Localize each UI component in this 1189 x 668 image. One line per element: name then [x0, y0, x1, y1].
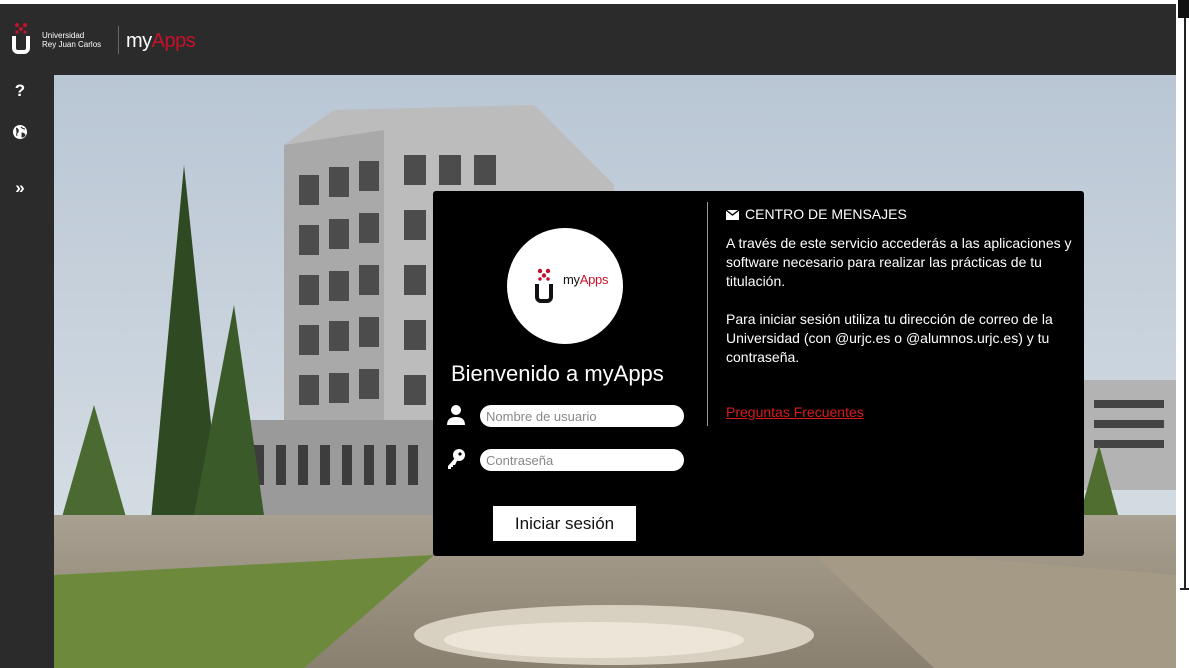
- brand-apps: Apps: [151, 30, 196, 52]
- login-panel: myApps Bienvenido a myApps Iniciar sesió…: [433, 191, 1084, 556]
- university-line1: Universidad: [42, 31, 85, 40]
- badge-brand: myApps: [563, 272, 608, 287]
- myapps-brand[interactable]: myApps: [126, 30, 196, 53]
- urjc-u-icon: [535, 268, 553, 303]
- help-button[interactable]: ?: [10, 81, 30, 101]
- key-icon: [448, 449, 465, 469]
- message-paragraph-1: A través de este servicio accederás a la…: [726, 235, 1072, 289]
- right-edge: [1176, 0, 1189, 668]
- faq-link[interactable]: Preguntas Frecuentes: [726, 404, 864, 420]
- right-edge-top-block: [1178, 0, 1189, 18]
- user-icon: [447, 405, 465, 425]
- brand-my: my: [126, 30, 152, 52]
- password-input[interactable]: [480, 449, 684, 471]
- globe-icon: [13, 125, 27, 139]
- logo-divider: [118, 26, 119, 54]
- header-top-stripe: [0, 0, 1176, 4]
- panel-divider: [707, 202, 708, 426]
- message-center-title: CENTRO DE MENSAJES: [726, 206, 907, 222]
- badge-brand-my: my: [563, 272, 580, 287]
- login-button[interactable]: Iniciar sesión: [493, 506, 636, 541]
- right-edge-line: [1184, 18, 1186, 590]
- message-paragraph-2: Para iniciar sesión utiliza tu dirección…: [726, 311, 1053, 365]
- university-name: Universidad Rey Juan Carlos: [42, 31, 101, 49]
- welcome-heading: Bienvenido a myApps: [451, 361, 664, 386]
- urjc-logo-icon: [12, 23, 30, 54]
- expand-sidebar-button[interactable]: »: [10, 178, 30, 198]
- envelope-icon: [726, 210, 739, 220]
- university-line2: Rey Juan Carlos: [42, 40, 102, 49]
- left-sidebar: ? »: [0, 75, 54, 668]
- question-icon: ?: [14, 81, 26, 100]
- badge-brand-apps: Apps: [579, 272, 609, 287]
- username-input[interactable]: [480, 405, 684, 427]
- myapps-logo-badge: myApps: [507, 228, 623, 344]
- top-header-bar: Universidad Rey Juan Carlos myApps: [0, 0, 1176, 75]
- right-edge-foot: [1180, 588, 1189, 590]
- double-chevron-right-icon: »: [15, 178, 25, 197]
- language-button[interactable]: [10, 122, 30, 142]
- message-body: A través de este servicio accederás a la…: [726, 234, 1076, 386]
- message-center-label: CENTRO DE MENSAJES: [745, 206, 907, 222]
